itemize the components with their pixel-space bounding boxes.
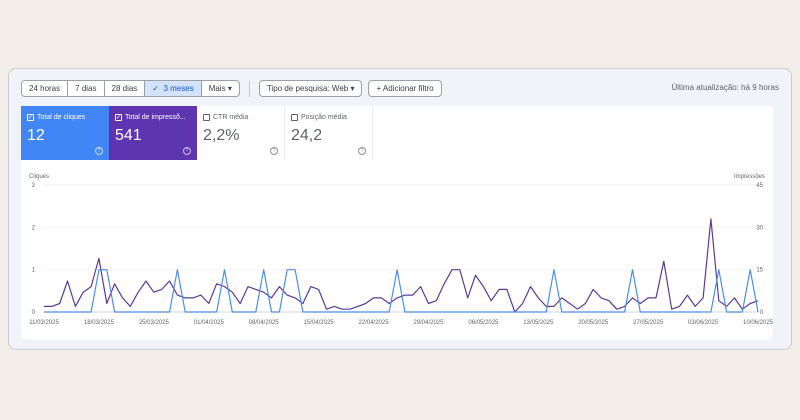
dropdown-arrow-icon: ▾: [227, 84, 232, 93]
right-tick-label: 45: [756, 183, 763, 189]
x-tick-label: 01/04/2025: [194, 320, 225, 326]
x-tick-label: 27/05/2025: [633, 320, 664, 326]
x-tick-label: 18/03/2025: [84, 320, 115, 326]
x-tick-label: 06/05/2025: [468, 320, 499, 326]
toolbar: 24 horas 7 dias 28 dias ✓ 3 meses Mais ▾…: [21, 80, 442, 97]
right-tick-label: 0: [760, 310, 764, 316]
search-type-dropdown[interactable]: Tipo de pesquisa: Web ▾: [258, 80, 363, 97]
x-tick-label: 22/04/2025: [359, 320, 390, 326]
date-range-selector: 24 horas 7 dias 28 dias ✓ 3 meses Mais ▾: [21, 80, 240, 97]
x-tick-label: 13/05/2025: [523, 320, 554, 326]
check-icon: ✓: [152, 84, 159, 93]
range-3m-label: 3 meses: [163, 84, 194, 93]
x-tick-label: 10/06/2025: [743, 320, 773, 326]
add-filter-button[interactable]: + Adicionar filtro: [368, 80, 442, 97]
right-tick-label: 30: [756, 225, 763, 231]
performance-chart: Cliques Impressões 0 0 1 15 2 30 3 45 11/03/2025 18…: [29, 174, 773, 326]
series-line-impressions: [44, 218, 759, 313]
chart-panel: ✓ Total de cliques 12 ? ✓ Total de impress…: [21, 106, 773, 339]
left-axis-label: Cliques: [29, 174, 49, 180]
x-tick-label: 25/03/2025: [139, 320, 170, 326]
x-tick-label: 29/04/2025: [413, 320, 444, 326]
range-24h[interactable]: 24 horas: [22, 81, 69, 96]
right-tick-label: 15: [756, 268, 763, 274]
add-filter-label: Adicionar filtro: [382, 84, 434, 93]
left-tick-label: 2: [32, 225, 36, 231]
left-tick-label: 1: [32, 268, 36, 274]
range-3m[interactable]: ✓ 3 meses: [145, 81, 202, 96]
x-tick-label: 20/05/2025: [578, 320, 609, 326]
range-28d[interactable]: 28 dias: [105, 81, 146, 96]
divider: [248, 80, 250, 97]
performance-card: 24 horas 7 dias 28 dias ✓ 3 meses Mais ▾…: [8, 68, 792, 350]
more-ranges-button[interactable]: Mais ▾: [202, 81, 239, 96]
right-axis-label: Impressões: [734, 174, 765, 180]
search-type-label: Tipo de pesquisa: Web: [266, 84, 349, 93]
last-update-text: Última atualização: há 9 horas: [671, 83, 779, 92]
left-tick-label: 3: [32, 183, 36, 189]
more-label: Mais: [208, 84, 226, 93]
x-tick-label: 08/04/2025: [249, 320, 280, 326]
x-tick-label: 03/06/2025: [688, 320, 719, 326]
left-tick-label: 0: [32, 310, 36, 316]
dropdown-arrow-icon: ▾: [350, 84, 355, 93]
x-tick-label: 15/04/2025: [304, 320, 335, 326]
x-tick-label: 11/03/2025: [29, 320, 59, 326]
range-7d[interactable]: 7 dias: [68, 81, 105, 96]
series-line-clicks: [44, 269, 759, 313]
plus-icon: +: [376, 84, 382, 93]
